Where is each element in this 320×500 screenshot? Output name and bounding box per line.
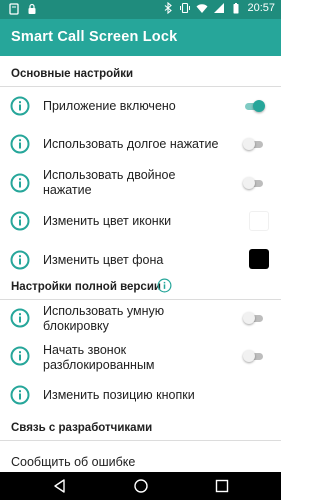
info-icon — [10, 346, 30, 366]
info-icon — [10, 211, 30, 231]
pref-button-position[interactable]: Изменить позицию кнопки — [0, 378, 281, 414]
pref-label: Изменить позицию кнопки — [43, 388, 195, 402]
recents-icon[interactable] — [214, 478, 230, 494]
pref-label: Использовать умную блокировку — [43, 304, 165, 333]
bluetooth-icon — [165, 2, 173, 14]
pref-label: Изменить цвет фона — [43, 253, 164, 267]
info-icon — [10, 173, 30, 193]
long-press-switch[interactable] — [243, 137, 265, 151]
pref-start-unlocked[interactable]: Начать звонок разблокированным — [0, 338, 281, 378]
pref-label: Использовать долгое нажатие — [43, 137, 219, 151]
pref-double-press[interactable]: Использовать двойное нажатие — [0, 163, 281, 203]
pref-app-enabled[interactable]: Приложение включено — [0, 87, 281, 125]
app-bar: Smart Call Screen Lock — [0, 19, 281, 56]
pref-bg-color[interactable]: Изменить цвет фона — [0, 241, 281, 279]
pref-smart-lock[interactable]: Использовать умную блокировку — [0, 300, 281, 338]
icon-color-swatch[interactable] — [249, 211, 269, 231]
info-icon — [10, 308, 30, 328]
vibrate-icon — [180, 2, 191, 14]
battery-icon — [233, 3, 239, 14]
notification-icon — [9, 3, 19, 15]
pref-label: Сообщить об ошибке — [11, 455, 136, 469]
settings-list[interactable]: Основные настройки Приложение включено И… — [0, 56, 281, 472]
pref-report-bug[interactable]: Сообщить об ошибке — [0, 441, 281, 472]
home-icon[interactable] — [133, 478, 149, 494]
section-header-contact: Связь с разработчиками — [11, 422, 153, 434]
pref-label: Изменить цвет иконки — [43, 214, 172, 228]
start-unlocked-switch[interactable] — [243, 349, 265, 363]
back-icon[interactable] — [52, 478, 68, 494]
wifi-icon — [196, 4, 208, 13]
pref-label: Начать звонок разблокированным — [43, 343, 155, 372]
status-time: 20:57 — [247, 2, 275, 14]
smart-lock-switch[interactable] — [243, 311, 265, 325]
info-icon[interactable] — [157, 278, 172, 293]
pref-icon-color[interactable]: Изменить цвет иконки — [0, 203, 281, 241]
lock-icon — [28, 3, 36, 14]
pref-long-press[interactable]: Использовать долгое нажатие — [0, 125, 281, 163]
section-header-basic: Основные настройки — [11, 68, 134, 80]
info-icon — [10, 250, 30, 270]
navigation-bar — [0, 472, 281, 500]
bg-color-swatch[interactable] — [249, 249, 269, 269]
double-press-switch[interactable] — [243, 176, 265, 190]
section-header-full: Настройки полной версии — [11, 281, 161, 293]
pref-label: Приложение включено — [43, 99, 176, 113]
app-title: Smart Call Screen Lock — [11, 29, 178, 45]
signal-icon — [214, 3, 225, 13]
info-icon — [10, 134, 30, 154]
pref-label: Использовать двойное нажатие — [43, 168, 176, 197]
info-icon — [10, 385, 30, 405]
status-bar: 20:57 — [0, 0, 281, 19]
info-icon — [10, 96, 30, 116]
app-enabled-switch[interactable] — [243, 99, 265, 113]
